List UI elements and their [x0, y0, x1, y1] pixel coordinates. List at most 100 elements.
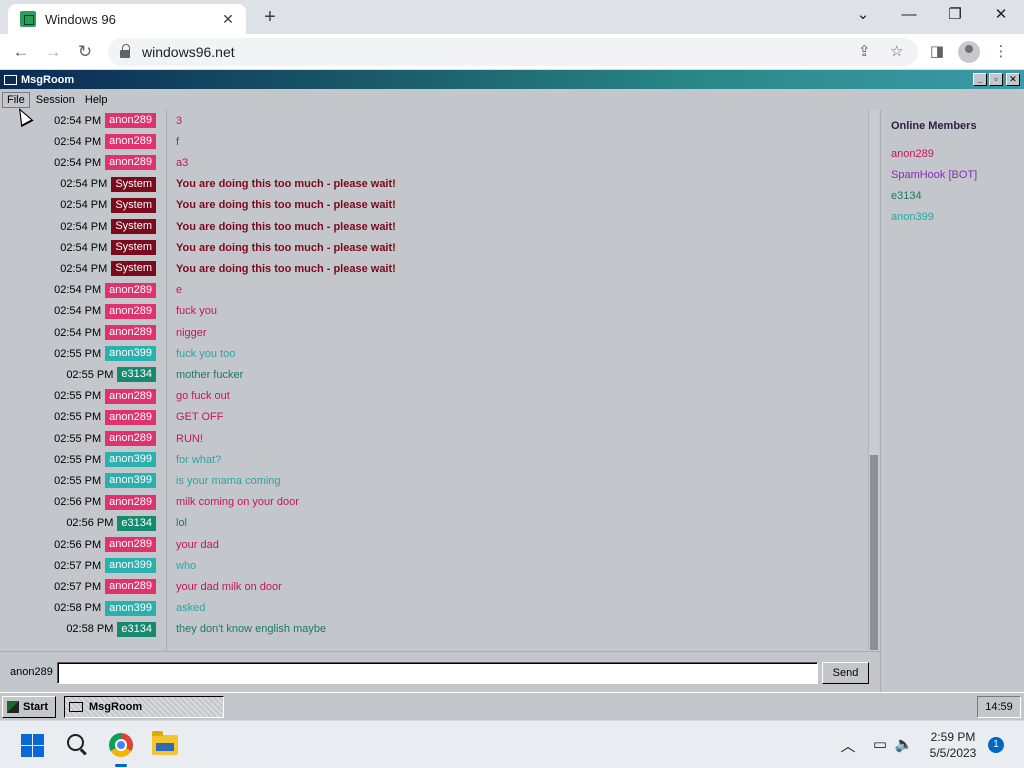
menu-bar: File Session Help [0, 90, 1024, 110]
system-clock[interactable]: 2:59 PM 5/5/2023 [918, 729, 988, 761]
message-meta: 02:54 PM anon289 [54, 282, 156, 298]
username-badge[interactable]: anon289 [105, 431, 156, 446]
tab-search-chevron-icon[interactable]: ⌄ [840, 0, 886, 32]
maximize-button[interactable]: ▫ [989, 73, 1003, 86]
message-time: 02:54 PM [60, 262, 108, 275]
message-row: 02:55 PM e3134 mother fucker [0, 364, 868, 385]
username-badge[interactable]: anon289 [105, 282, 156, 298]
message-meta: 02:58 PM e3134 [66, 621, 156, 637]
members-panel: Online Members anon289 SpamHook [BOT] e313… [880, 110, 1024, 692]
message-time: 02:55 PM [54, 347, 102, 360]
username-badge[interactable]: anon289 [105, 325, 156, 340]
message-text: fuck you [176, 305, 217, 318]
username-badge[interactable]: anon289 [105, 155, 156, 171]
send-button[interactable]: Send [822, 662, 869, 684]
message-row: 02:54 PM anon289 3 [0, 110, 868, 131]
username-badge[interactable]: e3134 [117, 621, 156, 637]
share-icon[interactable]: ⇪ [858, 42, 871, 60]
message-time: 02:54 PM [54, 305, 102, 318]
start-label: Start [23, 701, 49, 713]
member-item[interactable]: SpamHook [BOT] [891, 169, 977, 181]
message-meta: 02:55 PM e3134 [66, 367, 156, 383]
address-url: windows96.net [142, 44, 235, 60]
restore-window-button[interactable]: ❐ [932, 0, 978, 32]
username-badge[interactable]: anon289 [105, 494, 156, 510]
reload-icon[interactable]: ↻ [72, 39, 98, 65]
username-badge[interactable]: System [111, 197, 156, 213]
system-date: 5/5/2023 [929, 746, 977, 760]
profile-avatar-icon[interactable] [958, 41, 980, 63]
scrollbar-thumb[interactable] [870, 455, 878, 650]
username-badge[interactable]: e3134 [117, 367, 156, 383]
message-row: 02:56 PM e3134 lol [0, 513, 868, 534]
message-meta: 02:55 PM anon289 [54, 409, 156, 425]
chevron-up-icon[interactable]: ︿ [838, 735, 858, 756]
username-badge[interactable]: System [111, 176, 156, 192]
message-meta: 02:54 PM System [60, 197, 156, 213]
message-row: 02:54 PM System You are doing this too muc… [0, 174, 868, 195]
username-badge[interactable]: anon289 [105, 409, 156, 425]
windows-start-icon[interactable] [21, 734, 44, 757]
bookmark-star-icon[interactable]: ☆ [890, 42, 903, 60]
username-badge[interactable]: anon289 [105, 537, 156, 552]
minimize-button[interactable]: _ [973, 73, 987, 86]
taskbar-item-msgroom[interactable]: MsgRoom [64, 696, 224, 718]
browser-tab-strip: Windows 96 ✕ + ⌄ — ❐ ✕ [0, 0, 1024, 34]
member-item[interactable]: anon289 [891, 148, 934, 160]
search-icon[interactable] [66, 733, 88, 755]
window-titlebar[interactable]: MsgRoom _ ▫ ✕ [0, 70, 1024, 89]
win96-clock: 14:59 [977, 696, 1021, 718]
side-panel-icon[interactable]: ◨ [924, 39, 950, 65]
message-list[interactable]: 02:54 PM anon289 3 02:54 PM anon289 f 02:54 PM… [0, 110, 868, 651]
chrome-icon[interactable] [109, 733, 133, 757]
active-app-indicator [115, 764, 127, 767]
username-badge[interactable]: anon289 [105, 388, 156, 404]
network-icon[interactable]: ▭ [870, 735, 890, 753]
browser-tab[interactable]: Windows 96 ✕ [8, 4, 246, 34]
minimize-window-button[interactable]: — [886, 0, 932, 32]
message-row: 02:57 PM anon289 your dad milk on door [0, 576, 868, 597]
notification-badge[interactable]: 1 [988, 737, 1004, 753]
message-text: You are doing this too much - please wai… [176, 178, 396, 191]
lock-icon[interactable] [120, 44, 130, 58]
forward-arrow-icon[interactable]: → [40, 39, 66, 65]
message-text: is your mama coming [176, 474, 281, 487]
username-badge[interactable]: System [111, 219, 156, 234]
close-tab-icon[interactable]: ✕ [220, 11, 236, 28]
username-badge[interactable]: anon399 [105, 452, 156, 468]
username-badge[interactable]: anon399 [105, 473, 156, 489]
msgroom-window: MsgRoom _ ▫ ✕ File Session Help 02:54 PM… [0, 70, 1024, 720]
system-time: 2:59 PM [930, 730, 976, 744]
file-explorer-icon[interactable] [152, 731, 178, 755]
username-badge[interactable]: e3134 [117, 515, 156, 531]
volume-icon[interactable]: 🔈 [894, 735, 914, 753]
username-badge[interactable]: anon289 [105, 579, 156, 595]
username-badge[interactable]: System [111, 240, 156, 256]
message-row: 02:54 PM anon289 f [0, 131, 868, 152]
member-item[interactable]: e3134 [891, 190, 922, 202]
username-badge[interactable]: anon399 [105, 346, 156, 362]
chrome-menu-icon[interactable]: ⋮ [988, 39, 1014, 65]
close-button[interactable]: ✕ [1006, 73, 1020, 86]
start-button[interactable]: Start [2, 696, 56, 718]
menu-help[interactable]: Help [81, 93, 112, 107]
message-row: 02:54 PM System You are doing this too muc… [0, 258, 868, 279]
username-badge[interactable]: System [111, 261, 156, 277]
taskbar-item-label: MsgRoom [89, 701, 143, 713]
close-window-button[interactable]: ✕ [978, 0, 1024, 32]
member-item[interactable]: anon399 [891, 211, 934, 223]
members-heading: Online Members [891, 120, 977, 132]
message-input[interactable] [57, 662, 818, 684]
address-bar[interactable]: windows96.net [108, 38, 918, 66]
message-meta: 02:54 PM anon289 [54, 325, 156, 340]
back-arrow-icon[interactable]: ← [8, 39, 34, 65]
message-row: 02:55 PM anon399 is your mama coming [0, 470, 868, 491]
menu-session[interactable]: Session [32, 93, 79, 107]
username-badge[interactable]: anon399 [105, 558, 156, 574]
username-badge[interactable]: anon289 [105, 134, 156, 150]
message-time: 02:57 PM [54, 580, 102, 593]
username-badge[interactable]: anon289 [105, 303, 156, 319]
username-badge[interactable]: anon289 [105, 113, 156, 128]
new-tab-button[interactable]: + [258, 6, 282, 28]
username-badge[interactable]: anon399 [105, 600, 156, 616]
